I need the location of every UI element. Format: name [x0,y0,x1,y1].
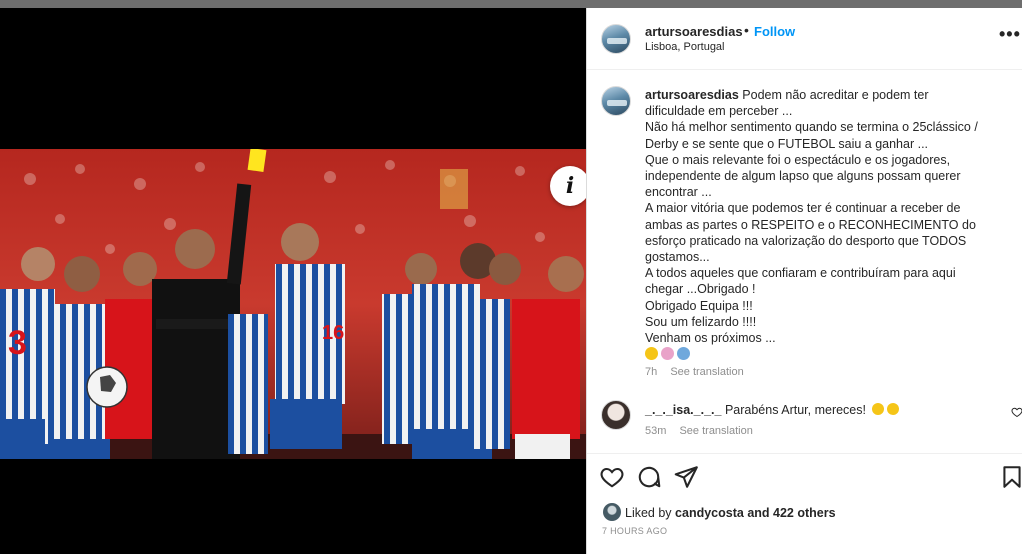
caption-avatar[interactable] [601,86,631,116]
caption-text: chegar ...Obrigado ! [645,282,756,297]
caption-text: Sou um felizardo !!!! [645,314,757,329]
comment-time[interactable]: 53m [645,425,666,437]
likes-others[interactable]: and 422 others [747,506,835,520]
share-icon[interactable] [673,464,699,490]
caption-text: A maior vitória que podemos ter é contin… [645,201,961,216]
soccer-ball-emoji [677,347,690,361]
caption-line: Que o mais relevante foi o espectáculo e… [645,152,1015,168]
caption-text: Não há melhor sentimento quando se termi… [645,120,978,135]
separator-dot: • [744,22,749,38]
clapping-hands-emoji [887,403,900,415]
football-referee-photo: 3 16 [0,149,586,459]
author-avatar[interactable] [601,24,631,54]
svg-text:16: 16 [322,322,344,344]
caption-emojis [645,347,690,361]
caption-see-translation[interactable]: See translation [670,366,743,378]
caption-line: artursoaresdias Podem não acreditar e po… [645,87,1015,103]
caption-username[interactable]: artursoaresdias [645,88,739,102]
caption-line: gostamos... [645,249,1015,265]
caption-text: independente de algum lapso que alguns p… [645,169,961,184]
caption-line: Obrigado Equipa !!! [645,298,1015,314]
caption-line: esforço praticado na valorização do desp… [645,233,1015,249]
caption-line: A todos aqueles que confiaram e contribu… [645,265,1015,281]
liker-avatar[interactable] [603,503,621,521]
more-icon[interactable]: ••• [999,24,1021,45]
browser-top-strip [0,0,1022,8]
caption-line: A maior vitória que podemos ter é contin… [645,200,1015,216]
commenter-username[interactable]: _._._isa._._._ [645,403,721,417]
comment-see-translation[interactable]: See translation [679,425,752,437]
follow-button[interactable]: Follow [754,24,795,39]
post-location[interactable]: Lisboa, Portugal [645,41,725,53]
post-timestamp[interactable]: 7 HOURS AGO [602,526,667,536]
caption-line: independente de algum lapso que alguns p… [645,168,1015,184]
caption-text: Obrigado Equipa !!! [645,298,753,313]
caption-line: chegar ...Obrigado ! [645,281,1015,297]
post-photo[interactable]: 3 16 [0,149,586,459]
caption-line: Derby e se sente que o FUTEBOL saiu a ga… [645,136,1015,152]
comment: _._._isa._._._ Parabéns Artur, mereces! [645,403,900,417]
flexed-biceps-emoji [645,347,658,361]
likes-summary: Liked by candycosta and 422 others [625,506,836,520]
caption-text: esforço praticado na valorização do desp… [645,233,967,248]
caption-line: Não há melhor sentimento quando se termi… [645,119,1015,135]
caption-text: Podem não acreditar e podem ter [742,88,929,102]
action-bar [587,464,1022,494]
liker-username[interactable]: candycosta [675,506,744,520]
comment-text: Parabéns Artur, mereces! [724,403,866,417]
caption-time[interactable]: 7h [645,366,657,378]
author-username[interactable]: artursoaresdias [645,24,743,39]
info-button[interactable]: i [550,166,586,206]
post-side-panel: artursoaresdias • Follow Lisboa, Portuga… [586,8,1022,554]
likes-prefix: Liked by [625,506,672,520]
caption-text: encontrar ... [645,185,712,200]
actions-divider [587,453,1022,454]
caption-text: gostamos... [645,250,710,265]
clapping-hands-emoji [872,403,885,415]
media-pane: 3 16 i [0,8,586,554]
ribbon-emoji [661,347,674,361]
post-caption: artursoaresdias Podem não acreditar e po… [645,87,1015,364]
caption-line: Sou um felizardo !!!! [645,314,1015,330]
info-icon: i [565,173,575,199]
caption-text: Que o mais relevante foi o espectáculo e… [645,152,951,167]
caption-line: dificuldade em perceber ... [645,103,1015,119]
comment-like-heart-icon[interactable] [1011,406,1022,418]
caption-text: Venham os próximos ... [645,331,776,346]
caption-line: Venham os próximos ... [645,330,1015,346]
caption-meta: 7h See translation [645,366,744,378]
post-header: artursoaresdias • Follow Lisboa, Portuga… [587,8,1022,70]
bookmark-icon[interactable] [999,464,1022,490]
caption-line: ambas as partes o RESPEITO e o RECONHECI… [645,217,1015,233]
caption-line: encontrar ... [645,184,1015,200]
caption-text: dificuldade em perceber ... [645,104,793,119]
comment-meta: 53m See translation [645,425,753,437]
caption-text: ambas as partes o RESPEITO e o RECONHECI… [645,217,976,232]
caption-text: A todos aqueles que confiaram e contribu… [645,266,956,281]
caption-text: Derby e se sente que o FUTEBOL saiu a ga… [645,136,929,151]
commenter-avatar[interactable] [601,400,631,430]
comment-icon[interactable] [636,464,662,490]
heart-icon[interactable] [599,464,625,490]
svg-text:3: 3 [8,324,27,362]
